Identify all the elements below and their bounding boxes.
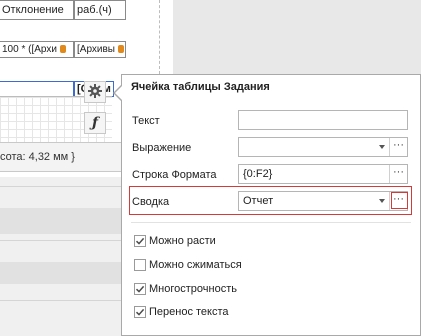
check-icon	[135, 237, 145, 245]
text-field-label: Текст	[132, 115, 160, 127]
expression-combobox[interactable]: ···	[238, 137, 408, 157]
popup-title: Ячейка таблицы Задания	[131, 81, 270, 93]
chevron-down-icon[interactable]	[379, 199, 385, 203]
checkbox-box[interactable]	[134, 283, 146, 295]
summary-label: Сводка	[132, 196, 170, 208]
table-cell-selected[interactable]	[0, 81, 74, 97]
divider	[131, 222, 411, 223]
designer-band	[0, 208, 121, 234]
checkbox-label: Перенос текста	[149, 306, 229, 318]
summary-ellipsis-highlight	[391, 192, 408, 209]
function-icon: ƒ	[91, 115, 99, 131]
database-icon	[117, 45, 124, 54]
multiline-checkbox[interactable]: Многострочность	[134, 282, 237, 296]
cell-expression-text: [Архивы	[77, 44, 115, 55]
cell-expression-button[interactable]: ƒ	[84, 112, 106, 134]
gear-icon	[87, 83, 103, 102]
format-string-field[interactable]: {0:F2} ···	[238, 164, 408, 184]
ellipsis-icon[interactable]: ···	[389, 138, 407, 156]
divider	[0, 300, 121, 301]
status-bar: сота: 4,32 мм }	[0, 142, 121, 172]
format-string-value: {0:F2}	[243, 168, 273, 180]
cell-settings-button[interactable]	[84, 81, 106, 103]
table-cell-expression[interactable]: 100 * ([Архи	[0, 41, 74, 58]
text-field[interactable]	[238, 110, 408, 130]
divider	[0, 186, 121, 187]
designer-band	[0, 262, 121, 284]
word-wrap-checkbox[interactable]: Перенос текста	[134, 305, 229, 319]
table-cell-header[interactable]: раб.(ч)	[74, 0, 126, 20]
can-grow-checkbox[interactable]: Можно расти	[134, 234, 216, 248]
database-icon	[59, 45, 66, 54]
expression-field-label: Выражение	[132, 142, 192, 154]
table-cell-header[interactable]: Отклонение	[0, 0, 74, 20]
cell-expression-text: 100 * ([Архи	[2, 44, 57, 55]
ellipsis-icon[interactable]: ···	[389, 165, 407, 183]
checkbox-label: Можно сжиматься	[149, 259, 242, 271]
popup-pointer-inner	[115, 85, 123, 101]
check-icon	[135, 285, 145, 293]
designer-side-area	[172, 0, 421, 74]
checkbox-box[interactable]	[134, 306, 146, 318]
checkbox-label: Можно расти	[149, 235, 216, 247]
can-shrink-checkbox[interactable]: Можно сжиматься	[134, 258, 242, 272]
checkbox-box[interactable]	[134, 235, 146, 247]
table-cell-expression[interactable]: [Архивы	[74, 41, 126, 58]
check-icon	[135, 308, 145, 316]
summary-combobox[interactable]: Отчет ···	[238, 191, 408, 211]
divider	[0, 240, 121, 241]
summary-value: Отчет	[243, 195, 274, 207]
checkbox-box[interactable]	[134, 259, 146, 271]
checkbox-label: Многострочность	[149, 283, 237, 295]
format-string-label: Строка Формата	[132, 169, 217, 181]
chevron-down-icon[interactable]	[379, 145, 385, 149]
